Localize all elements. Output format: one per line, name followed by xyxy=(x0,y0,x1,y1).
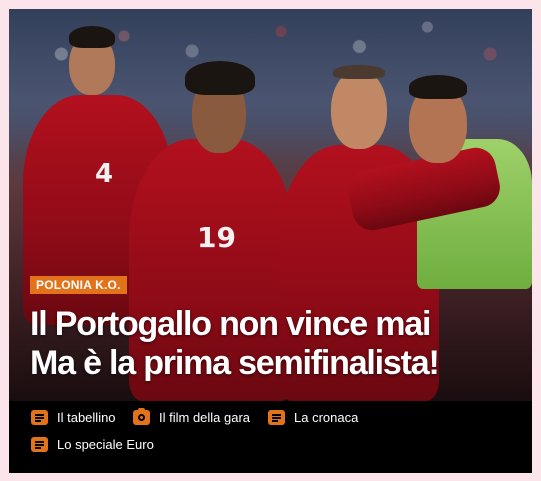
link-cronaca[interactable]: La cronaca xyxy=(268,410,358,425)
document-icon xyxy=(31,410,48,425)
link-speciale-euro[interactable]: Lo speciale Euro xyxy=(31,437,154,452)
link-film-della-gara[interactable]: Il film della gara xyxy=(133,408,250,425)
jersey-number-4: 4 xyxy=(95,159,114,189)
document-icon xyxy=(31,437,48,452)
news-card[interactable]: 4 19 POLONIA K.O. Il Portogallo non vinc… xyxy=(9,9,532,473)
hero-photo[interactable]: 4 19 POLONIA K.O. Il Portogallo non vinc… xyxy=(9,9,532,401)
link-label[interactable]: Il tabellino xyxy=(57,410,116,425)
link-label[interactable]: La cronaca xyxy=(294,410,358,425)
link-label[interactable]: Lo speciale Euro xyxy=(57,437,154,452)
jersey-number-19: 19 xyxy=(197,221,236,254)
document-icon xyxy=(268,410,285,425)
link-tabellino[interactable]: Il tabellino xyxy=(31,410,116,425)
camera-icon xyxy=(133,408,150,425)
headline-line-2[interactable]: Ma è la prima semifinalista! xyxy=(30,344,520,383)
link-label[interactable]: Il film della gara xyxy=(159,410,250,425)
related-links: Il tabellino Il film della gara La crona… xyxy=(9,401,532,473)
headline-line-1[interactable]: Il Portogallo non vince mai xyxy=(30,305,520,344)
section-kicker-badge[interactable]: POLONIA K.O. xyxy=(30,276,127,294)
headline[interactable]: Il Portogallo non vince mai Ma è la prim… xyxy=(30,305,520,383)
